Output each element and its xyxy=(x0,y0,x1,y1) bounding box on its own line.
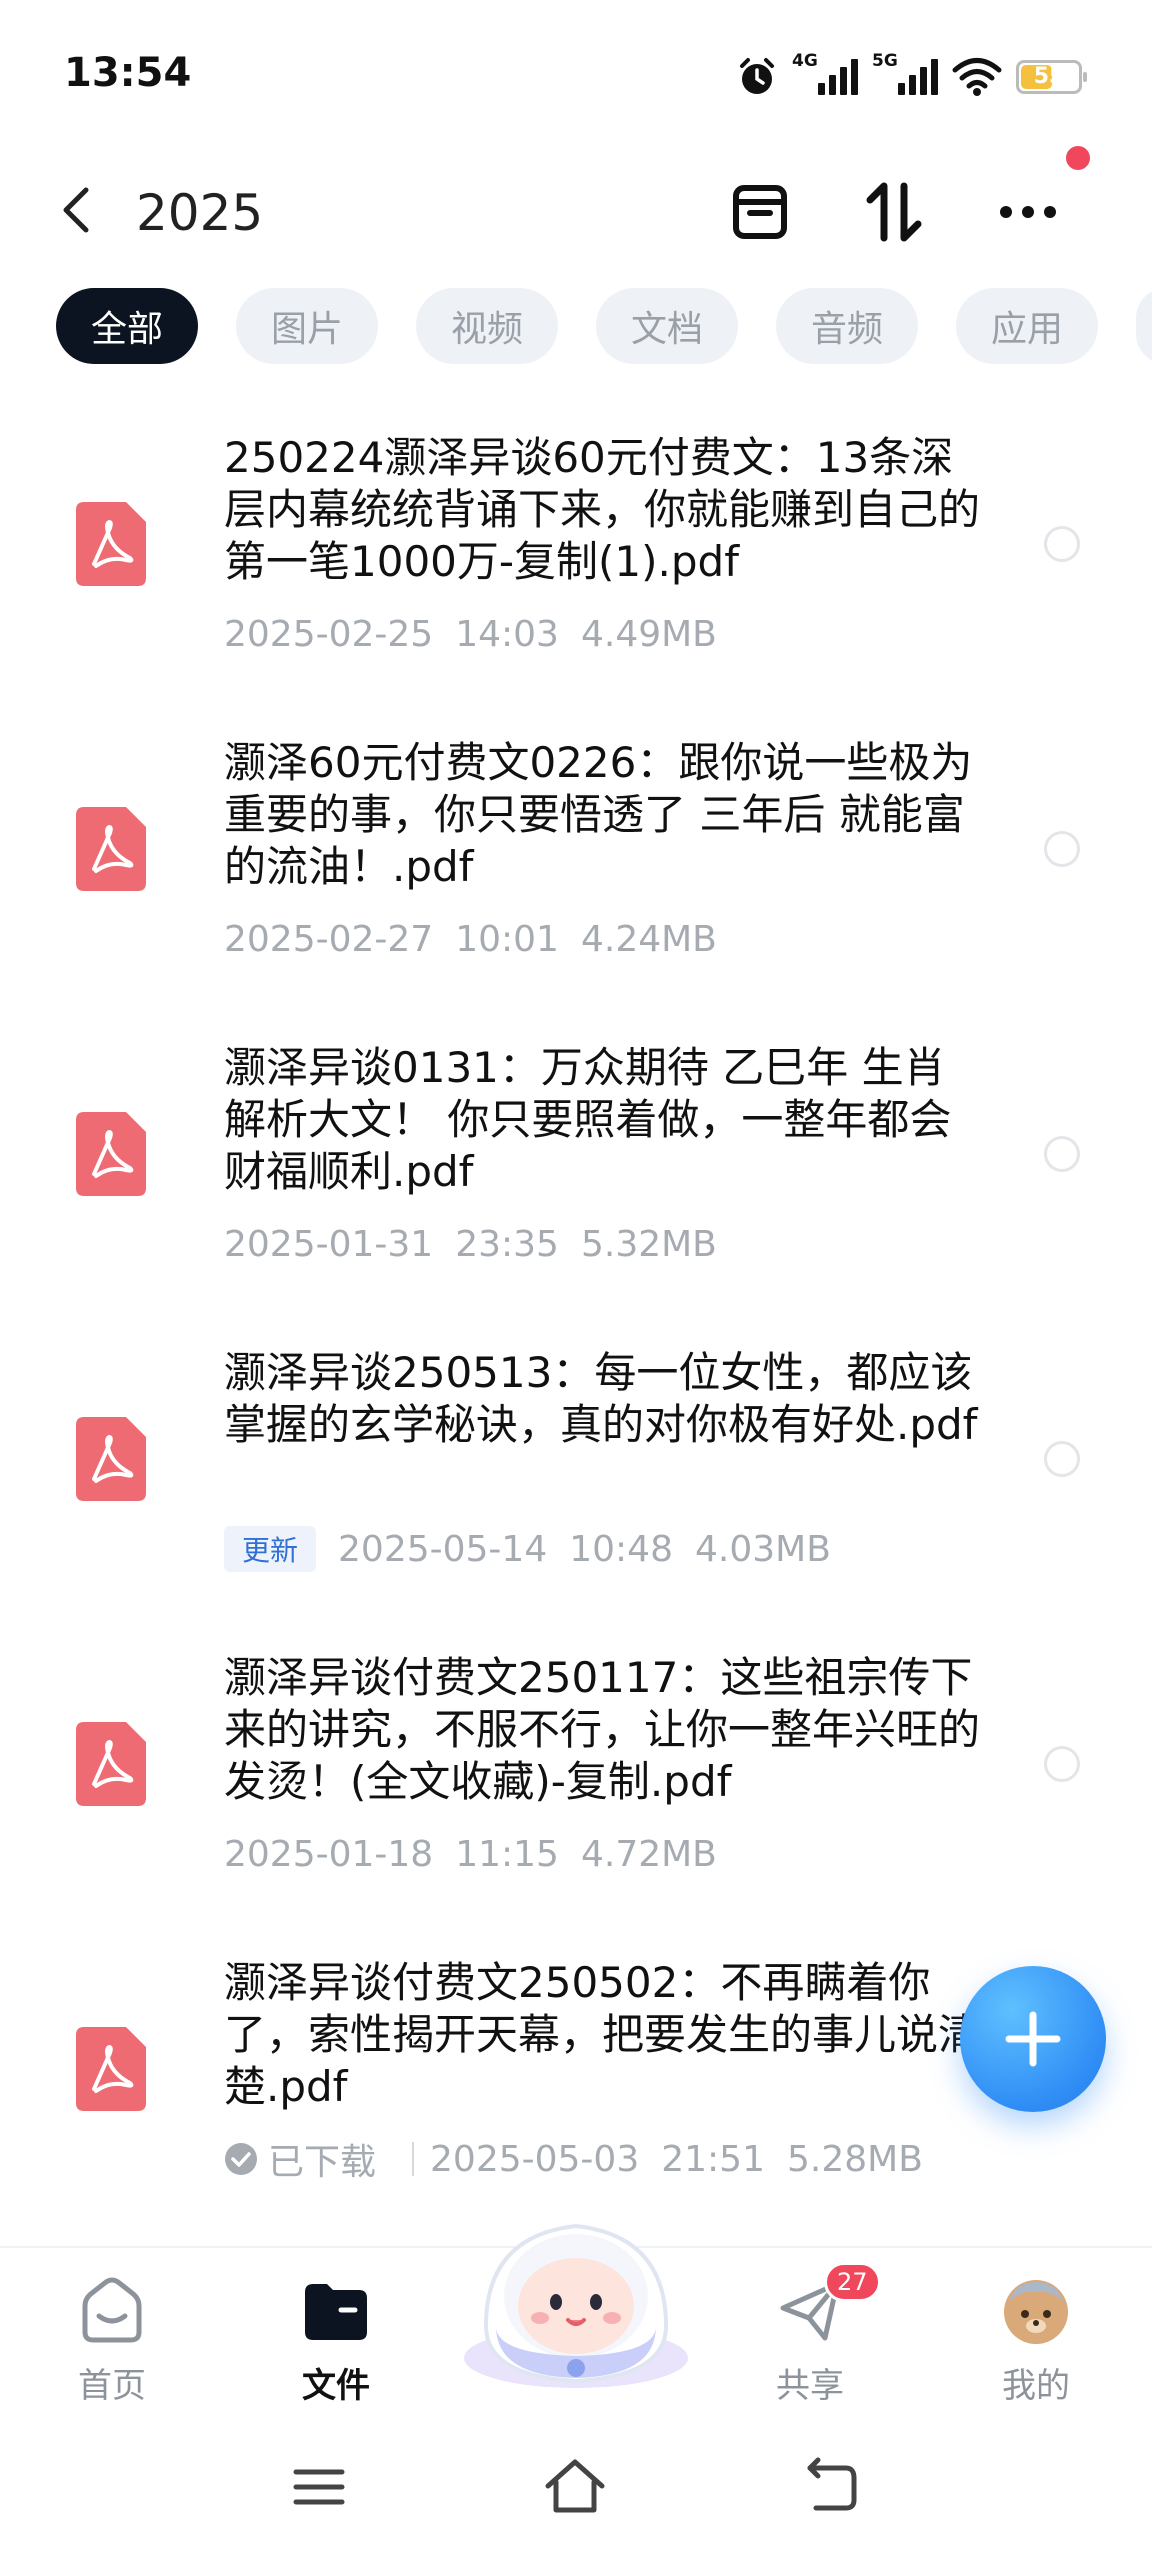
select-checkbox[interactable] xyxy=(1044,526,1080,562)
nav-mine[interactable]: 我的 xyxy=(956,2268,1116,2408)
pdf-file-icon xyxy=(76,502,146,586)
plus-icon xyxy=(1005,2011,1061,2067)
tab-all[interactable]: 全部 xyxy=(56,288,198,364)
archive-button[interactable] xyxy=(722,174,798,250)
status-time: 13:54 xyxy=(64,50,192,96)
file-name: 灏泽异谈250513：每一位女性，都应该掌握的玄学秘诀，真的对你极有好处.pdf xyxy=(224,1348,978,1449)
tab-apps[interactable]: 应用 xyxy=(956,288,1098,364)
file-size: 4.72MB xyxy=(580,1833,717,1875)
file-meta: 2025-01-18 11:15 4.72MB xyxy=(224,1830,739,1878)
file-date: 2025-05-14 xyxy=(338,1528,548,1570)
archive-icon xyxy=(733,185,787,239)
tab-images[interactable]: 图片 xyxy=(236,288,378,364)
notification-dot xyxy=(1066,146,1090,170)
file-meta: 更新 2025-05-14 10:48 4.03MB xyxy=(224,1525,853,1573)
home-icon xyxy=(82,2277,142,2343)
sort-button[interactable] xyxy=(856,174,932,250)
page-title: 2025 xyxy=(136,184,264,242)
file-name: 灏泽异谈付费文250117：这些祖宗传下来的讲究，不服不行，让你一整年兴旺的发烫… xyxy=(224,1653,981,1806)
more-icon xyxy=(1000,206,1056,218)
nav-share[interactable]: 27 共享 xyxy=(730,2262,890,2408)
list-item[interactable]: 250224灏泽异谈60元付费文：13条深层内幕统统背诵下来，你就能赚到自己的第… xyxy=(0,420,1152,720)
battery-icon: 55 xyxy=(1016,60,1087,94)
signal-4g-icon: 4G xyxy=(792,51,858,99)
file-date: 2025-02-25 xyxy=(224,613,434,655)
file-date: 2025-01-31 xyxy=(224,1223,434,1265)
back-system-icon[interactable] xyxy=(796,2452,866,2522)
nav-files-label: 文件 xyxy=(302,2366,370,2406)
file-date: 2025-05-03 xyxy=(430,2138,640,2180)
system-navigation-bar xyxy=(0,2416,1152,2560)
file-size: 4.03MB xyxy=(694,1528,831,1570)
file-size: 5.32MB xyxy=(580,1223,717,1265)
pdf-file-icon xyxy=(76,1722,146,1806)
home-system-icon[interactable] xyxy=(540,2452,610,2522)
list-item[interactable]: 灏泽异谈250513：每一位女性，都应该掌握的玄学秘诀，真的对你极有好处.pdf… xyxy=(0,1335,1152,1635)
pdf-file-icon xyxy=(76,807,146,891)
file-time: 11:15 xyxy=(455,1833,559,1875)
tab-audio[interactable]: 音频 xyxy=(776,288,918,364)
file-meta: 2025-01-31 23:35 5.32MB xyxy=(224,1220,739,1268)
pdf-file-icon xyxy=(76,2027,146,2111)
tab-more[interactable] xyxy=(1136,288,1152,364)
pdf-file-icon xyxy=(76,1112,146,1196)
check-circle-icon xyxy=(225,2143,257,2175)
file-name: 灏泽60元付费文0226：跟你说一些极为重要的事，你只要悟透了 三年后 就能富的… xyxy=(224,738,973,891)
file-time: 21:51 xyxy=(661,2138,765,2180)
wifi-icon xyxy=(952,58,1002,96)
file-name: 灏泽异谈付费文250502：不再瞒着你了，索性揭开天幕，把要发生的事儿说清楚.p… xyxy=(224,1958,981,2111)
add-button[interactable] xyxy=(960,1966,1106,2112)
nav-home-label: 首页 xyxy=(78,2366,146,2406)
file-date: 2025-01-18 xyxy=(224,1833,434,1875)
header: 2025 xyxy=(0,150,1152,280)
file-date: 2025-02-27 xyxy=(224,918,434,960)
file-size: 5.28MB xyxy=(786,2138,923,2180)
status-bar: 13:54 4G 5G 55 xyxy=(0,0,1152,150)
sort-icon xyxy=(866,182,922,242)
file-meta: 2025-02-25 14:03 4.49MB xyxy=(224,610,739,658)
select-checkbox[interactable] xyxy=(1044,831,1080,867)
more-button[interactable] xyxy=(990,174,1066,250)
file-name: 250224灏泽异谈60元付费文：13条深层内幕统统背诵下来，你就能赚到自己的第… xyxy=(224,433,981,586)
file-time: 10:01 xyxy=(455,918,559,960)
file-size: 4.24MB xyxy=(580,918,717,960)
tab-documents[interactable]: 文档 xyxy=(596,288,738,364)
downloaded-label: 已下载 xyxy=(268,2142,377,2183)
meta-divider xyxy=(412,2142,415,2176)
list-item[interactable]: 灏泽异谈付费文250117：这些祖宗传下来的讲究，不服不行，让你一整年兴旺的发烫… xyxy=(0,1640,1152,1940)
nav-mine-label: 我的 xyxy=(1002,2366,1070,2406)
alarm-icon xyxy=(740,58,774,94)
share-count-badge: 27 xyxy=(824,2262,881,2302)
select-checkbox[interactable] xyxy=(1044,1746,1080,1782)
nav-home[interactable]: 首页 xyxy=(32,2268,192,2408)
nav-files[interactable]: 文件 xyxy=(256,2268,416,2408)
signal-5g-icon: 5G xyxy=(872,51,938,99)
file-size: 4.49MB xyxy=(580,613,717,655)
file-time: 23:35 xyxy=(455,1223,559,1265)
select-checkbox[interactable] xyxy=(1044,1136,1080,1172)
category-tabs: 全部 图片 视频 文档 音频 应用 xyxy=(56,288,1152,364)
file-meta: 2025-02-27 10:01 4.24MB xyxy=(224,915,739,963)
update-badge: 更新 xyxy=(224,1526,317,1572)
list-item[interactable]: 灏泽60元付费文0226：跟你说一些极为重要的事，你只要悟透了 三年后 就能富的… xyxy=(0,725,1152,1025)
menu-icon[interactable] xyxy=(284,2452,354,2522)
network-type-2: 5G xyxy=(872,51,898,71)
pdf-file-icon xyxy=(76,1417,146,1501)
back-icon[interactable] xyxy=(48,180,108,240)
network-type-1: 4G xyxy=(792,51,818,71)
mascot-assistant-button[interactable] xyxy=(456,2176,696,2396)
avatar xyxy=(1004,2280,1068,2344)
select-checkbox[interactable] xyxy=(1044,1441,1080,1477)
file-time: 14:03 xyxy=(455,613,559,655)
nav-share-label: 共享 xyxy=(776,2366,844,2406)
battery-level: 55 xyxy=(1033,64,1065,89)
status-icons: 4G 5G 55 xyxy=(736,51,1087,102)
folder-icon xyxy=(305,2284,367,2340)
file-name: 灏泽异谈0131：万众期待 乙巳年 生肖解析大文！ 你只要照着做，一整年都会财福… xyxy=(224,1043,952,1196)
list-item[interactable]: 灏泽异谈0131：万众期待 乙巳年 生肖解析大文！ 你只要照着做，一整年都会财福… xyxy=(0,1030,1152,1330)
tab-videos[interactable]: 视频 xyxy=(416,288,558,364)
downloaded-status: 已下载 xyxy=(224,2133,390,2185)
file-time: 10:48 xyxy=(569,1528,673,1570)
